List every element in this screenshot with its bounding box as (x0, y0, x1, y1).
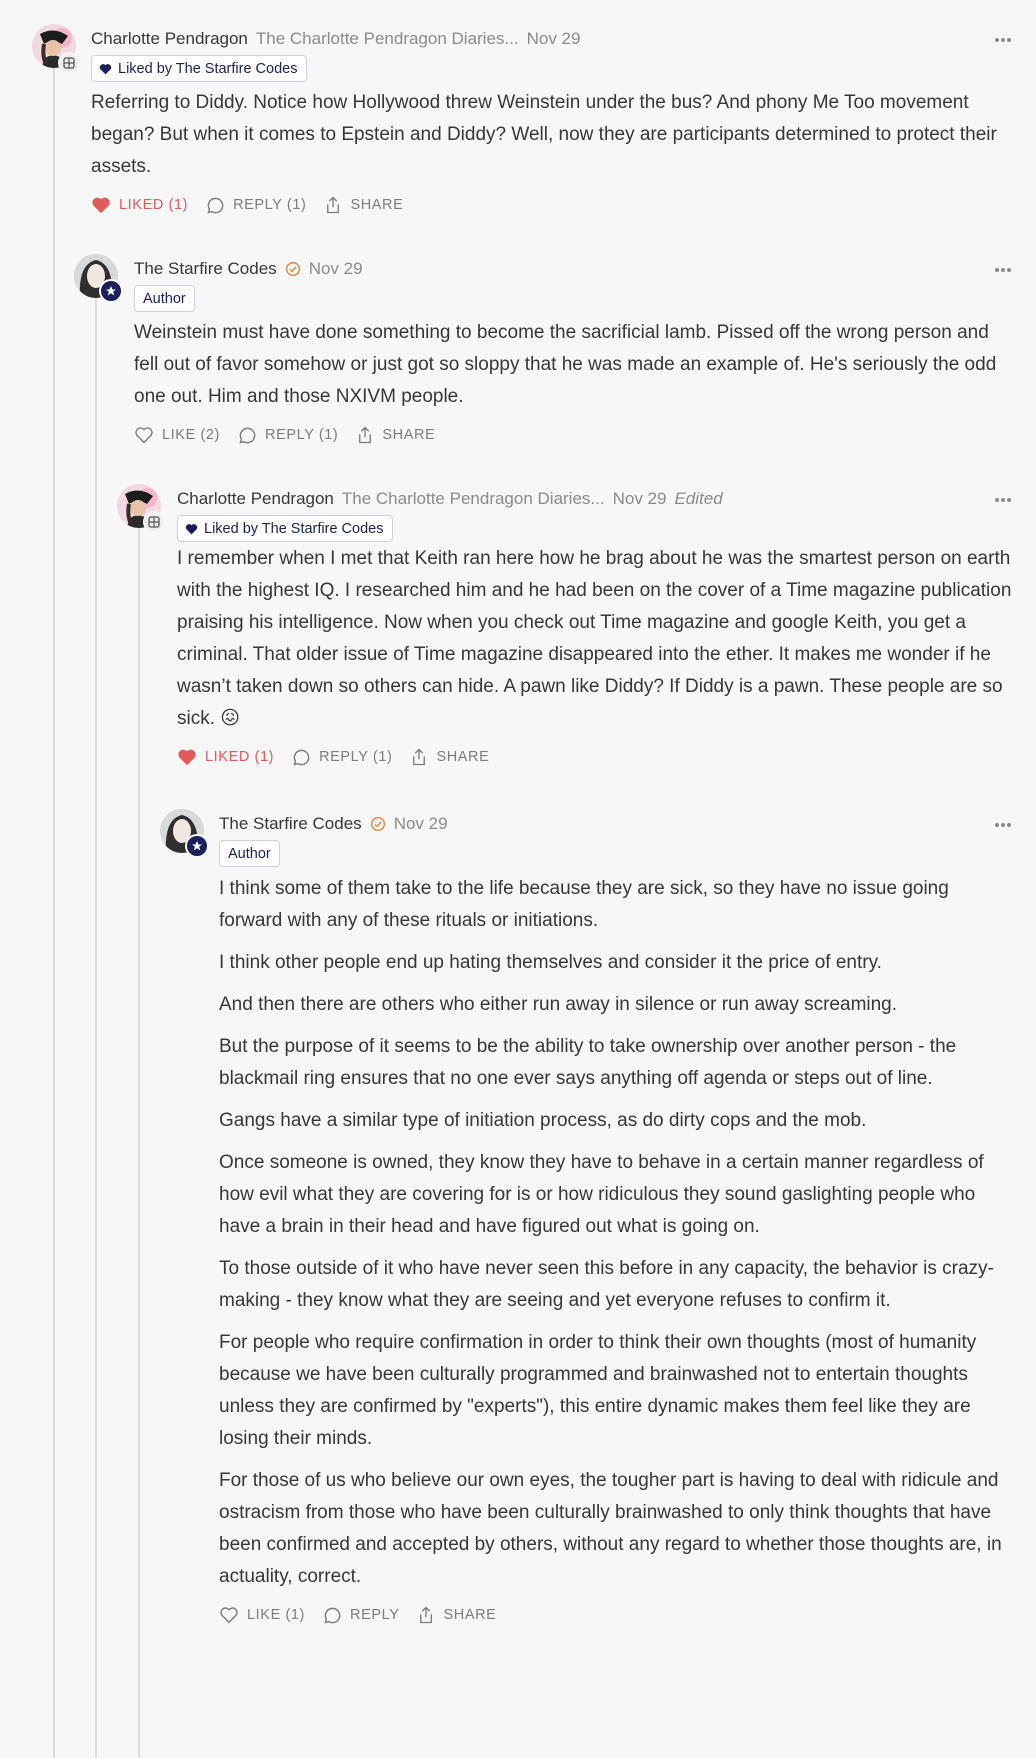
star-badge-icon (99, 279, 123, 303)
share-icon (420, 1606, 433, 1624)
comment-actions: LIKED (1) REPLY (1) SHARE (177, 742, 1012, 772)
comment-author[interactable]: The Starfire Codes (134, 259, 277, 279)
publication-name[interactable]: The Charlotte Pendragon Diaries... (342, 489, 605, 509)
thread-line (95, 297, 97, 1758)
thread-line (53, 68, 55, 1758)
publication-icon (58, 52, 80, 74)
comment-date[interactable]: Nov 29 (613, 489, 667, 509)
share-button[interactable]: SHARE (417, 1605, 496, 1625)
verified-check-icon (285, 261, 301, 277)
comment-bubble-icon (207, 197, 224, 214)
star-badge-icon (185, 834, 209, 858)
like-button[interactable]: LIKE (2) (134, 426, 220, 444)
thread-line (138, 527, 140, 1758)
more-options-icon[interactable] (994, 28, 1012, 48)
share-button[interactable]: SHARE (324, 195, 403, 215)
comment-paragraph: Referring to Diddy. Notice how Hollywood… (91, 92, 997, 177)
comment-paragraph: And then there are others who either run… (219, 994, 898, 1015)
comment-paragraph: But the purpose of it seems to be the ab… (219, 1036, 957, 1089)
more-options-icon[interactable] (994, 813, 1012, 833)
share-button[interactable]: SHARE (410, 747, 489, 767)
comment-bubble-icon (293, 749, 310, 766)
heart-outline-icon (220, 1607, 238, 1624)
liked-by-label: Liked by The Starfire Codes (204, 520, 384, 537)
heart-outline-icon (135, 427, 153, 444)
like-button[interactable]: LIKED (1) (91, 196, 188, 214)
comment-bubble-icon (324, 1607, 341, 1624)
comment: The Starfire Codes Nov 29 Author I think… (219, 811, 1012, 1630)
comment-body: I think some of them take to the life be… (219, 873, 1012, 1593)
comment-date[interactable]: Nov 29 (394, 814, 448, 834)
reply-button[interactable]: REPLY (1) (206, 196, 306, 215)
reply-button[interactable]: REPLY (1) (238, 426, 338, 445)
more-options-icon[interactable] (994, 488, 1012, 508)
like-button[interactable]: LIKE (1) (219, 1606, 305, 1624)
reply-button[interactable]: REPLY (1) (292, 748, 392, 767)
heart-icon (185, 523, 198, 534)
comment-date[interactable]: Nov 29 (527, 29, 581, 49)
author-badge: Author (219, 840, 280, 867)
comment-paragraph: I think other people end up hating thems… (219, 952, 882, 973)
comment-paragraph: I think some of them take to the life be… (219, 878, 949, 931)
liked-by-badge: Liked by The Starfire Codes (177, 515, 394, 542)
comment-paragraph: For people who require confirmation in o… (219, 1332, 977, 1449)
more-options-icon[interactable] (994, 258, 1012, 278)
comment-actions: LIKED (1) REPLY (1) SHARE (91, 190, 1012, 220)
heart-filled-icon (92, 197, 110, 214)
comment: Charlotte Pendragon The Charlotte Pendra… (91, 26, 1012, 220)
share-icon (359, 426, 372, 444)
comment-actions: LIKE (1) REPLY SHARE (219, 1600, 1012, 1630)
share-icon (327, 196, 340, 214)
comment-paragraph: I remember when I met that Keith ran her… (177, 548, 1012, 729)
comment-bubble-icon (239, 427, 256, 444)
reply-button[interactable]: REPLY (323, 1606, 399, 1625)
like-button[interactable]: LIKED (1) (177, 748, 274, 766)
heart-filled-icon (178, 749, 196, 766)
publication-name[interactable]: The Charlotte Pendragon Diaries... (256, 29, 519, 49)
comment-author[interactable]: Charlotte Pendragon (177, 489, 334, 509)
share-icon (413, 748, 426, 766)
comment-author[interactable]: The Starfire Codes (219, 814, 362, 834)
comment: The Starfire Codes Nov 29 Author Weinste… (134, 256, 1012, 450)
edited-label: Edited (674, 489, 723, 508)
author-badge: Author (134, 285, 195, 312)
comment-paragraph: To those outside of it who have never se… (219, 1258, 994, 1311)
comment-paragraph: For those of us who believe our own eyes… (219, 1470, 1002, 1587)
comment-actions: LIKE (2) REPLY (1) SHARE (134, 420, 1012, 450)
comment-paragraph: Once someone is owned, they know they ha… (219, 1152, 984, 1237)
comment-date[interactable]: Nov 29 (309, 259, 363, 279)
liked-by-label: Liked by The Starfire Codes (118, 60, 298, 77)
comment-body: Referring to Diddy. Notice how Hollywood… (91, 87, 1012, 183)
comment-paragraph: Gangs have a similar type of initiation … (219, 1110, 867, 1131)
comment-paragraph: Weinstein must have done something to be… (134, 322, 997, 407)
share-button[interactable]: SHARE (356, 425, 435, 445)
heart-icon (99, 63, 112, 74)
comment: Charlotte Pendragon The Charlotte Pendra… (177, 486, 1012, 772)
verified-check-icon (370, 816, 386, 832)
comment-body: I remember when I met that Keith ran her… (177, 543, 1012, 735)
liked-by-badge: Liked by The Starfire Codes (91, 55, 308, 82)
comment-body: Weinstein must have done something to be… (134, 317, 1012, 413)
comment-author[interactable]: Charlotte Pendragon (91, 29, 248, 49)
publication-icon (143, 511, 165, 533)
